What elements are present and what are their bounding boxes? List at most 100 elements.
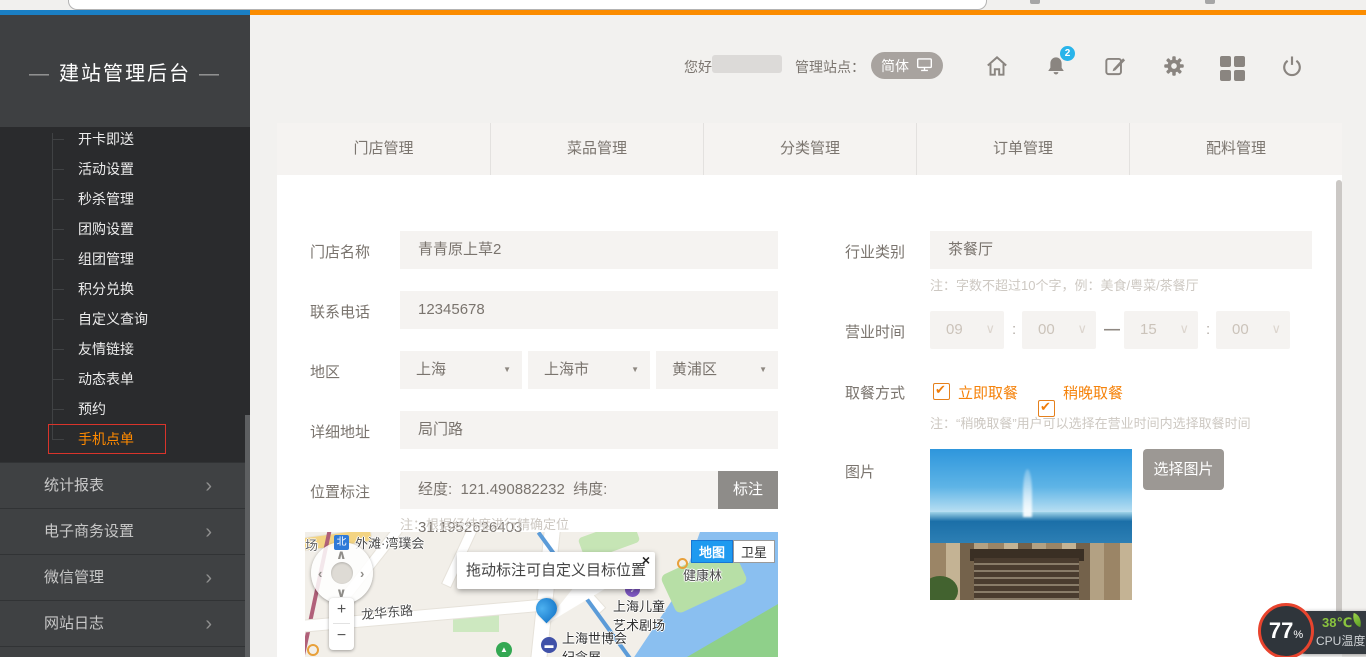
manage-site-label: 管理站点：	[795, 57, 865, 77]
map-type-map-button[interactable]: 地图	[691, 540, 733, 563]
settings-gear-icon[interactable]	[1161, 53, 1187, 79]
sidebar-item-booking[interactable]: 预约	[78, 399, 228, 419]
phone-input[interactable]: 12345678	[400, 291, 778, 329]
map-tooltip: 拖动标注可自定义目标位置 ×	[457, 552, 655, 589]
tab-category-manage[interactable]: 分类管理	[703, 123, 916, 175]
sidebar-section-logs[interactable]: 网站日志 ›	[0, 600, 250, 646]
dropdown-chevron-icon: ∨	[985, 311, 995, 347]
region-label: 地区	[310, 361, 340, 382]
chevron-right-icon: ›	[205, 601, 212, 647]
sidebar-item-dynamic-form[interactable]: 动态表单	[78, 369, 228, 389]
chevron-right-icon: ›	[205, 509, 212, 555]
industry-input[interactable]: 茶餐厅	[930, 231, 1312, 269]
choose-image-button[interactable]: 选择图片	[1143, 449, 1224, 490]
close-minute-select[interactable]: 00 ∨	[1216, 311, 1290, 349]
store-name-label: 门店名称	[310, 241, 370, 262]
latitude-label: 纬度:	[573, 481, 607, 498]
browser-strip	[0, 0, 1366, 10]
map-type-satellite-button[interactable]: 卫星	[733, 540, 775, 563]
cpu-temp-value: 38℃	[1322, 615, 1352, 631]
sidebar-item-flash-sale[interactable]: 秒杀管理	[78, 189, 228, 209]
pickup-now-checkbox[interactable]: ✔	[933, 383, 950, 400]
north-indicator: 北	[334, 535, 349, 550]
phone-label: 联系电话	[310, 301, 370, 322]
close-hour-select[interactable]: 15 ∨	[1124, 311, 1198, 349]
tab-dish-manage[interactable]: 菜品管理	[490, 123, 703, 175]
submenu-tree-line	[52, 133, 53, 440]
tab-order-manage[interactable]: 订单管理	[916, 123, 1129, 175]
pan-right-icon[interactable]: ›	[360, 566, 364, 581]
poi-ring-icon	[677, 558, 688, 569]
city-select[interactable]: 上海市 ▼	[528, 351, 650, 389]
time-colon: :	[1012, 311, 1016, 349]
edit-icon[interactable]	[1102, 53, 1128, 79]
apps-grid-icon[interactable]	[1220, 55, 1246, 82]
power-icon[interactable]	[1279, 53, 1305, 79]
poi-ring-icon	[307, 644, 319, 656]
industry-note: 注：字数不超过10个字，例：美食/粤菜/茶餐厅	[930, 275, 1199, 294]
greeting-text: 您好	[684, 57, 712, 77]
pan-knob[interactable]	[331, 562, 353, 584]
content-scrollbar[interactable]	[1336, 180, 1342, 645]
browser-icon-stub	[1205, 0, 1215, 4]
sidebar-item-links[interactable]: 友情链接	[78, 339, 228, 359]
pickup-later-label[interactable]: 稍晚取餐	[1063, 382, 1123, 403]
sidebar-item-activity[interactable]: 活动设置	[78, 159, 228, 179]
close-icon[interactable]: ×	[642, 553, 650, 568]
dropdown-arrow-icon: ▼	[631, 351, 639, 389]
sidebar-item-card-gift[interactable]: 开卡即送	[78, 129, 228, 149]
pan-left-icon[interactable]: ‹	[318, 566, 322, 581]
sidebar-item-groupbuy[interactable]: 团购设置	[78, 219, 228, 239]
dropdown-arrow-icon: ▼	[503, 351, 511, 389]
sidebar-section-wechat[interactable]: 微信管理 ›	[0, 554, 250, 600]
app-title: —建站管理后台—	[21, 57, 229, 86]
open-hour-select[interactable]: 09 ∨	[930, 311, 1004, 349]
sidebar-item-custom-query[interactable]: 自定义查询	[78, 309, 228, 329]
address-input[interactable]: 局门路	[400, 411, 778, 449]
sidebar-item-points[interactable]: 积分兑换	[78, 279, 228, 299]
sidebar-section-reports[interactable]: 统计报表 ›	[0, 462, 250, 508]
map-pan-control[interactable]: ∧ ∨ ‹ ›	[311, 542, 373, 604]
open-minute-select[interactable]: 00 ∨	[1022, 311, 1096, 349]
province-select[interactable]: 上海 ▼	[400, 351, 522, 389]
chevron-right-icon: ›	[205, 463, 212, 509]
time-colon: :	[1206, 311, 1210, 349]
zoom-in-button[interactable]: +	[329, 598, 354, 623]
sidebar-item-mobile-order[interactable]: 手机点单	[78, 429, 228, 449]
pickup-note: 注：“稍晚取餐”用户可以选择在营业时间内选择取餐时间	[930, 413, 1251, 432]
sidebar: —建站管理后台— 开卡即送 活动设置 秒杀管理 团购设置 组团管理 积分兑换 自…	[0, 15, 250, 657]
location-label: 位置标注	[310, 481, 370, 502]
tab-ingredient-manage[interactable]: 配料管理	[1129, 123, 1342, 175]
home-icon[interactable]	[984, 53, 1010, 79]
location-field[interactable]: 经度: 121.490882232 纬度: 31.1952626403	[400, 471, 718, 509]
check-icon: ✔	[935, 382, 946, 398]
district-select[interactable]: 黄浦区 ▼	[656, 351, 778, 389]
zoom-out-button[interactable]: −	[329, 624, 354, 649]
browser-address-bar[interactable]	[68, 0, 987, 10]
mark-location-button[interactable]: 标注	[718, 471, 778, 509]
location-note: 注：根据经纬度进行精确定位	[400, 514, 569, 533]
notification-badge: 2	[1060, 46, 1075, 61]
store-name-input[interactable]: 青青原上草2	[400, 231, 778, 269]
language-switch-button[interactable]: 简体	[871, 52, 943, 79]
sidebar-item-group-manage[interactable]: 组团管理	[78, 249, 228, 269]
longitude-label: 经度:	[418, 481, 452, 498]
redacted-username	[712, 55, 782, 73]
dropdown-chevron-icon: ∨	[1179, 311, 1189, 347]
store-photo	[930, 449, 1132, 600]
pickup-now-label[interactable]: 立即取餐	[958, 382, 1018, 403]
cpu-gauge[interactable]: 77 %	[1258, 603, 1314, 657]
hours-label: 营业时间	[845, 321, 905, 342]
dropdown-chevron-icon: ∨	[1271, 311, 1281, 347]
map-widget[interactable]: 场 外滩·湾璞会 健康林 龙华东路 上海儿童艺术剧场 上海世博会纪念展 ▬ ▲ …	[305, 532, 778, 657]
fountain	[1023, 469, 1032, 517]
title-dash: —	[29, 63, 51, 85]
sidebar-section-ecommerce[interactable]: 电子商务设置 ›	[0, 508, 250, 554]
dropdown-chevron-icon: ∨	[1077, 311, 1087, 347]
museum-poi-icon: ▬	[541, 637, 557, 653]
image-label: 图片	[845, 461, 875, 482]
screen: —建站管理后台— 开卡即送 活动设置 秒杀管理 团购设置 组团管理 积分兑换 自…	[0, 0, 1366, 657]
title-dash: —	[199, 63, 221, 85]
tab-store-manage[interactable]: 门店管理	[277, 123, 490, 175]
sidebar-scrollbar[interactable]	[245, 415, 250, 657]
